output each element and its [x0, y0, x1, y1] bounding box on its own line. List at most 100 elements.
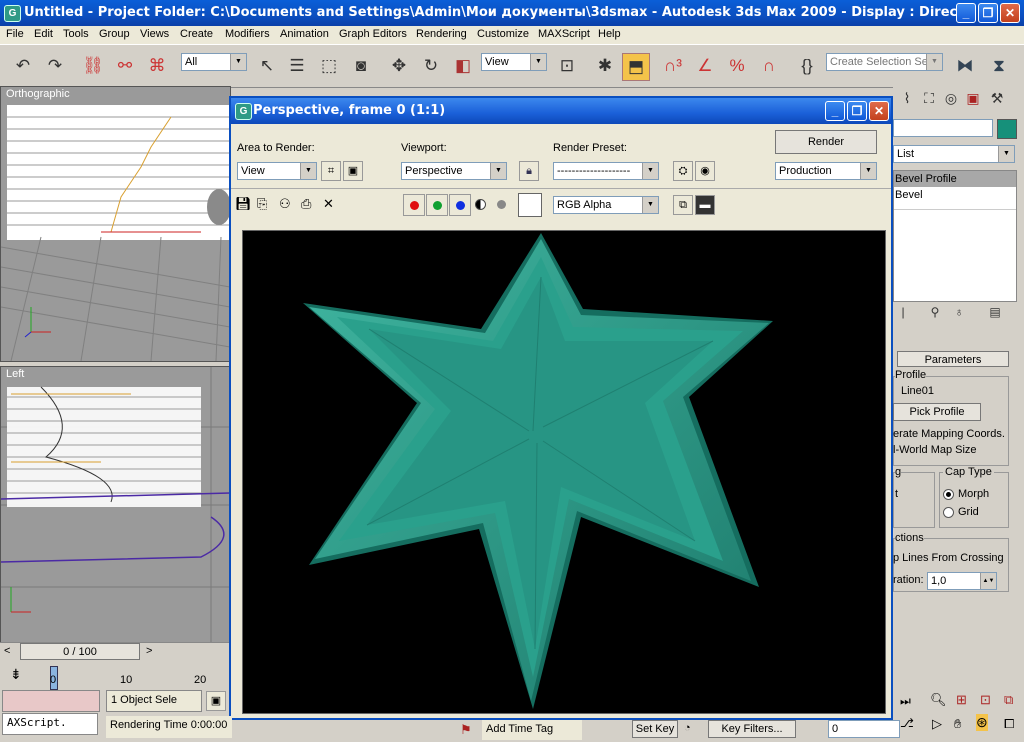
close-button[interactable]: ✕ [1000, 3, 1020, 23]
edit-region-icon[interactable]: ⌗ [321, 161, 341, 181]
align-icon[interactable]: ⧗ [986, 53, 1012, 79]
current-frame-field[interactable]: 0 [828, 720, 900, 738]
render-mode-dropdown[interactable]: Production ▼ [775, 162, 877, 180]
toggle-ui-overlay-icon[interactable]: ⧉ [673, 195, 693, 215]
configure-modifier-sets-icon[interactable]: ▤ [987, 304, 1003, 320]
maximize-viewport-icon[interactable]: ⧠ [1004, 716, 1014, 732]
select-by-name-icon[interactable]: ☰ [284, 53, 310, 79]
rendered-frame-window[interactable]: G Perspective, frame 0 (1:1) _ ❐ ✕ Area … [229, 96, 893, 720]
track-bar[interactable]: ⇟ 0 10 20 [0, 660, 229, 690]
unlink-icon[interactable]: ⚯ [112, 53, 138, 79]
percent-snap-icon[interactable]: % [724, 53, 750, 79]
menu-file[interactable]: File [6, 28, 24, 40]
menu-maxscript[interactable]: MAXScript [538, 28, 590, 40]
time-tag-icon[interactable]: ⚑ [460, 722, 472, 738]
rectangular-selection-icon[interactable]: ⬚ [316, 53, 342, 79]
cap-type-morph-radio[interactable]: Morph [943, 488, 989, 500]
minimize-button[interactable]: _ [956, 3, 976, 23]
time-slider[interactable]: 0 / 100 [20, 643, 140, 660]
modifier-stack-list[interactable]: Bevel Profile Bevel [893, 170, 1017, 302]
viewport-orthographic[interactable]: Orthographic [0, 86, 231, 362]
save-image-icon[interactable]: 💾︎ [235, 196, 252, 212]
redo-icon[interactable]: ↷ [42, 53, 68, 79]
main-title-bar[interactable]: G Untitled - Project Folder: C:\Document… [0, 0, 1024, 26]
green-channel-toggle[interactable] [426, 194, 448, 216]
angle-snap-icon[interactable]: ∠ [692, 53, 718, 79]
hierarchy-tab-icon[interactable]: ⛶ [919, 88, 939, 108]
utilities-tab-icon[interactable]: ⚒ [987, 88, 1007, 108]
undo-icon[interactable]: ↶ [10, 53, 36, 79]
set-key-button[interactable]: Set Key [632, 720, 678, 738]
zoom-all-icon[interactable]: ⊞ [956, 692, 967, 708]
copy-image-icon[interactable]: ⎘ [257, 196, 267, 212]
blue-channel-toggle[interactable] [449, 194, 471, 216]
mirror-icon[interactable]: ⧓ [952, 53, 978, 79]
maximize-button[interactable]: ❐ [978, 3, 998, 23]
key-mode-icon[interactable]: ◔ [684, 722, 691, 734]
menu-edit[interactable]: Edit [34, 28, 53, 40]
pan-view-icon[interactable]: ✋︎ [954, 716, 961, 732]
area-to-render-dropdown[interactable]: View ▼ [237, 162, 317, 180]
zoom-extents-all-icon[interactable]: ⧉ [1004, 692, 1013, 708]
time-slider-right-arrow-icon[interactable]: > [146, 645, 152, 657]
field-of-view-icon[interactable]: ▷ [932, 716, 942, 732]
snap-toggle-icon[interactable]: ∩³ [660, 53, 686, 79]
modifier-list-dropdown[interactable]: List ▼ [893, 145, 1015, 163]
motion-tab-icon[interactable]: ◎ [941, 88, 961, 108]
zoom-icon[interactable]: 🔍︎ [930, 692, 947, 708]
select-object-icon[interactable]: ↖ [254, 53, 280, 79]
edit-named-selection-icon[interactable]: {} [794, 53, 820, 79]
render-button[interactable]: Render [775, 130, 877, 154]
menu-customize[interactable]: Customize [477, 28, 529, 40]
pick-profile-button[interactable]: Pick Profile [893, 403, 981, 421]
select-and-link-icon[interactable]: ⛓ [80, 53, 106, 79]
menu-modifiers[interactable]: Modifiers [225, 28, 270, 40]
red-channel-toggle[interactable] [403, 194, 425, 216]
render-minimize-button[interactable]: _ [825, 101, 845, 121]
bind-space-warp-icon[interactable]: ⌘ [144, 53, 170, 79]
auto-region-icon[interactable]: ▣ [343, 161, 363, 181]
monochrome-icon[interactable] [497, 198, 506, 210]
render-maximize-button[interactable]: ❐ [847, 101, 867, 121]
lock-viewport-icon[interactable]: 🔒︎ [519, 161, 539, 181]
window-crossing-icon[interactable]: ◙ [348, 53, 374, 79]
selection-filter-dropdown[interactable]: All ▼ [181, 53, 247, 71]
cap-option-partial[interactable]: t [895, 488, 898, 500]
time-slider-left-arrow-icon[interactable]: < [4, 645, 10, 657]
reference-coordinate-dropdown[interactable]: View ▼ [481, 53, 547, 71]
select-and-rotate-icon[interactable]: ↻ [418, 53, 444, 79]
clear-icon[interactable]: ✕ [323, 196, 334, 212]
viewport-left[interactable]: Left [0, 366, 231, 644]
pin-stack-icon[interactable]: | [895, 304, 911, 320]
menu-create[interactable]: Create [180, 28, 213, 40]
real-world-map-size-checkbox[interactable]: l-World Map Size [893, 444, 977, 456]
render-setup-icon[interactable]: ⛭ [673, 161, 693, 181]
maxscript-input[interactable]: AXScript. [2, 713, 98, 735]
menu-graph-editors[interactable]: Graph Editors [339, 28, 407, 40]
menu-group[interactable]: Group [99, 28, 130, 40]
object-color-swatch[interactable] [997, 119, 1017, 139]
key-filters-button[interactable]: Key Filters... [708, 720, 796, 738]
spinner-snap-icon[interactable]: ∩ [756, 53, 782, 79]
menu-animation[interactable]: Animation [280, 28, 329, 40]
menu-help[interactable]: Help [598, 28, 621, 40]
select-and-scale-icon[interactable]: ◧ [450, 53, 476, 79]
viewport-dropdown[interactable]: Perspective ▼ [401, 162, 507, 180]
menu-rendering[interactable]: Rendering [416, 28, 467, 40]
menu-tools[interactable]: Tools [63, 28, 89, 40]
lock-selection-icon[interactable]: ▣ [206, 691, 226, 711]
named-selection-sets-dropdown[interactable]: Create Selection Set ▼ [826, 53, 943, 71]
render-preset-dropdown[interactable]: -------------------- ▼ [553, 162, 659, 180]
orbit-icon[interactable]: ⊛ [976, 714, 988, 731]
clone-window-icon[interactable]: ⚇ [279, 196, 291, 212]
go-to-end-icon[interactable]: ⏭ [900, 694, 911, 709]
print-image-icon[interactable]: ⎙ [301, 196, 311, 212]
show-end-result-icon[interactable]: ⚲ [927, 304, 943, 320]
mini-curve-editor-icon[interactable]: ⇟ [10, 666, 22, 683]
select-and-manipulate-icon[interactable]: ✱ [592, 53, 618, 79]
use-pivot-center-icon[interactable]: ⊡ [554, 53, 580, 79]
zoom-extents-icon[interactable]: ⊡ [980, 692, 991, 708]
render-window-title-bar[interactable]: G Perspective, frame 0 (1:1) _ ❐ ✕ [231, 98, 891, 124]
toggle-ui-icon[interactable]: ▬ [695, 195, 715, 215]
add-time-tag-button[interactable]: Add Time Tag [482, 720, 582, 740]
